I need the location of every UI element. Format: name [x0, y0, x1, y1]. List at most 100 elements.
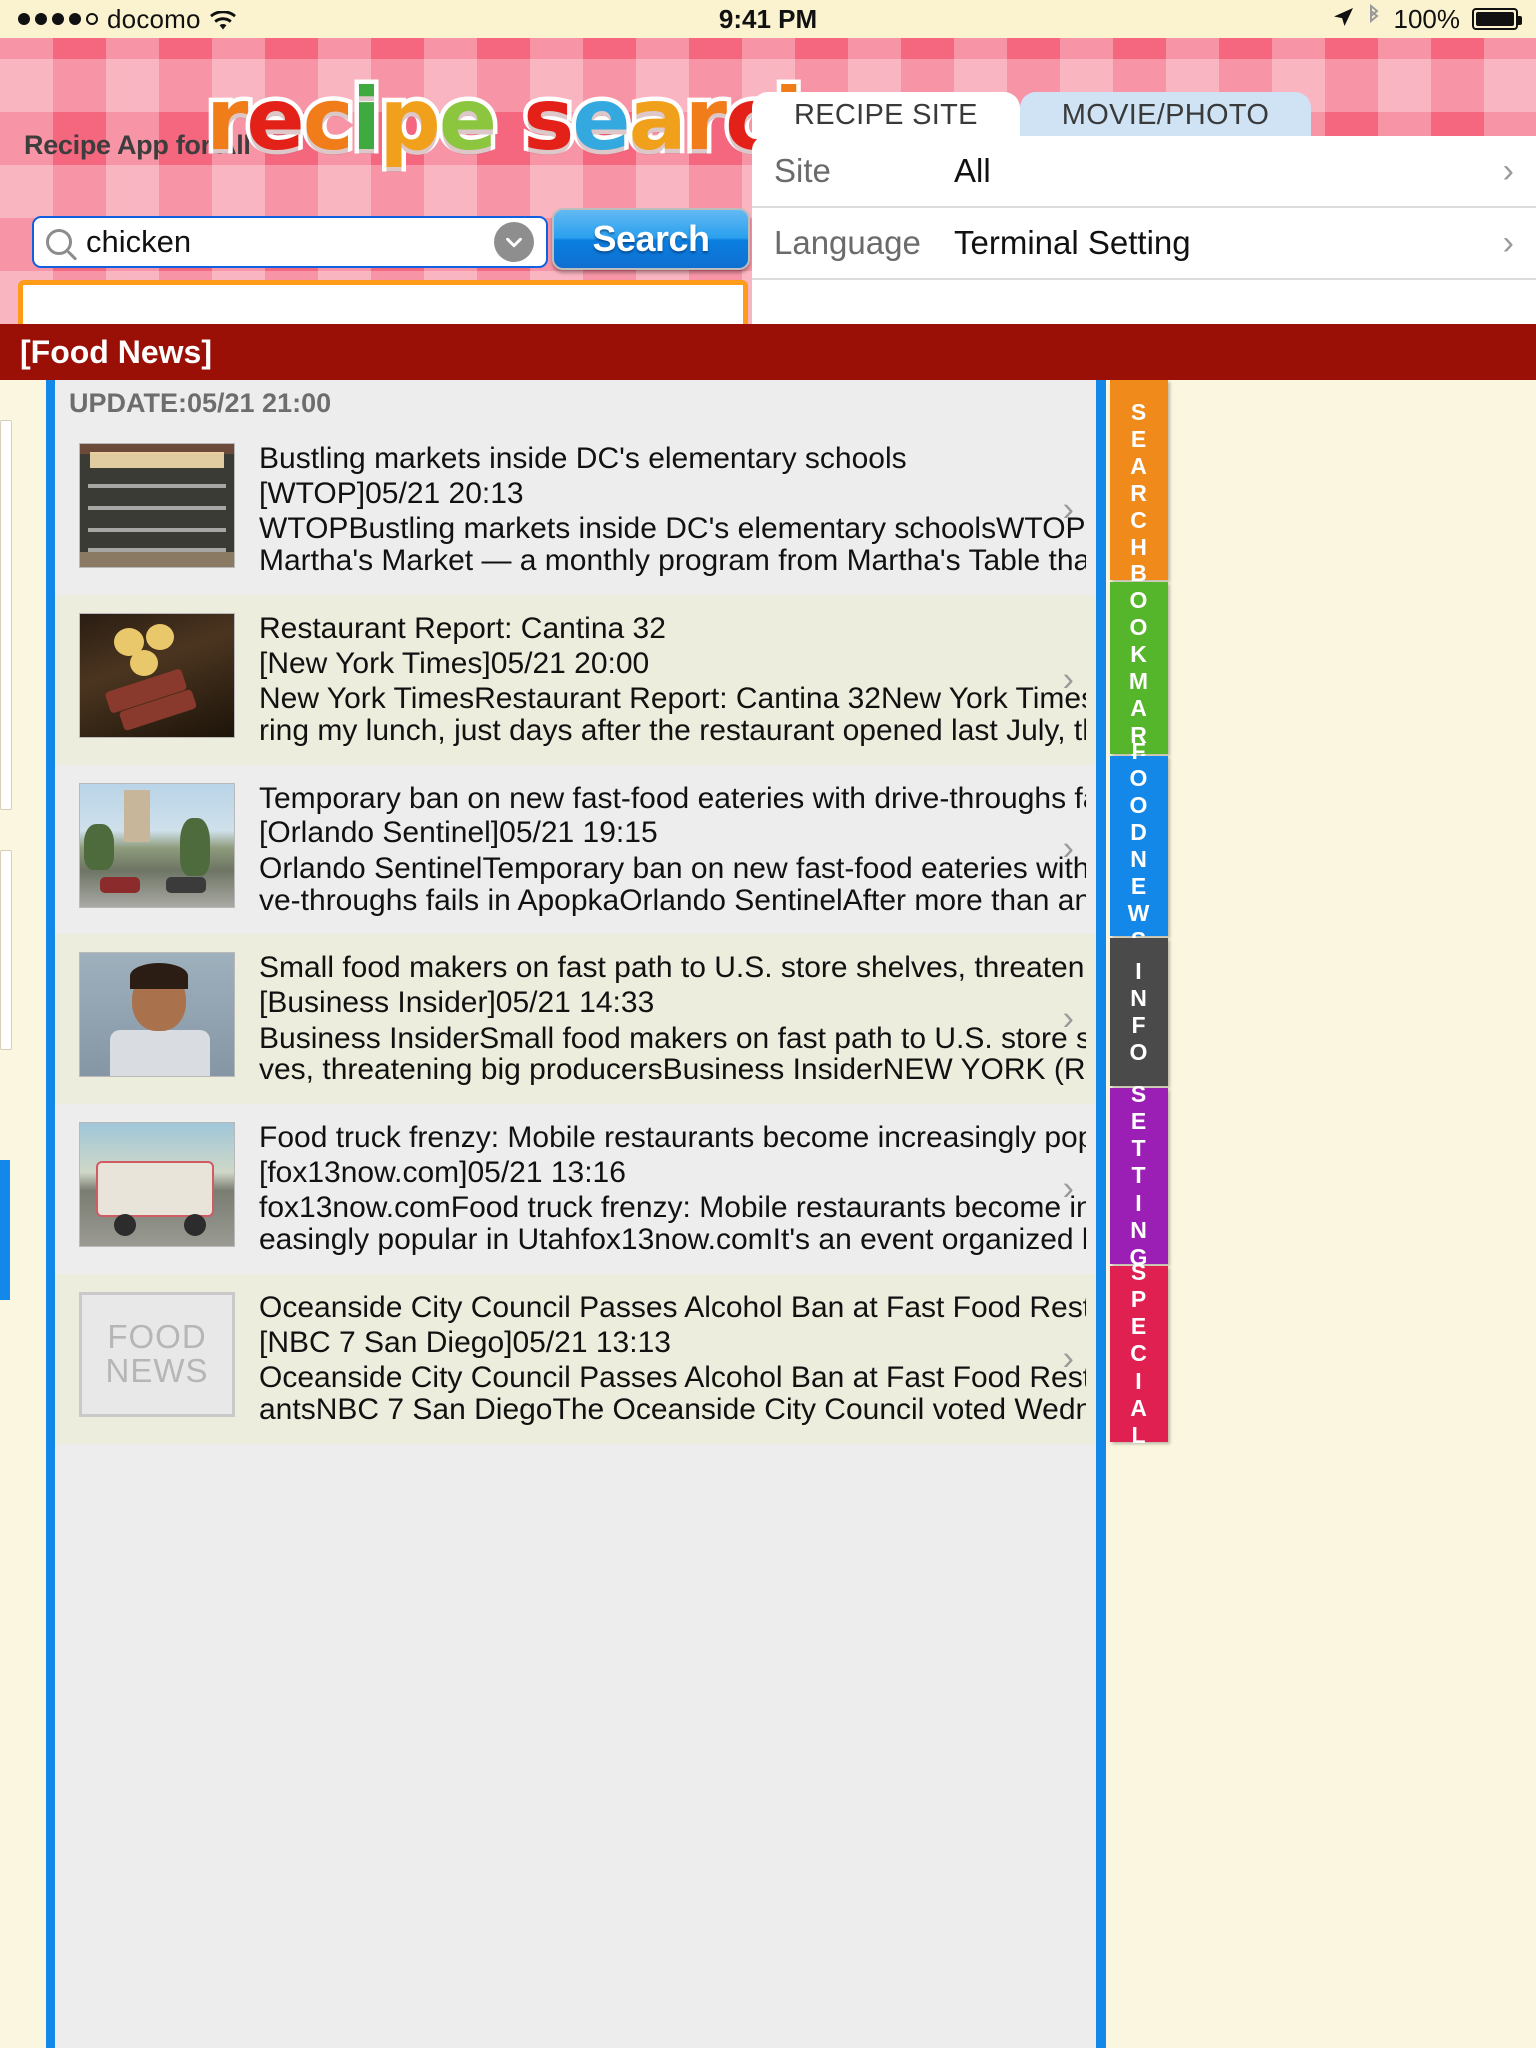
rail-tab-letter: N [1130, 1216, 1148, 1243]
status-bar: docomo 9:41 PM 100% [0, 0, 1536, 38]
news-item[interactable]: Bustling markets inside DC's elementary … [55, 425, 1096, 595]
rail-tab-letter: C [1130, 507, 1148, 534]
settings-row-site-value: All [954, 152, 991, 189]
rail-tab-letter: F [1131, 1012, 1147, 1038]
chevron-down-icon [506, 237, 522, 248]
status-bar-right: 100% [1332, 3, 1522, 35]
news-item[interactable]: Food truck frenzy: Mobile restaurants be… [55, 1104, 1096, 1274]
wifi-icon [209, 9, 236, 30]
logo-letter-0: r [201, 66, 253, 175]
tab-recipe-site[interactable]: RECIPE SITE [752, 92, 1020, 138]
rail-tab-letter: A [1130, 695, 1148, 722]
rail-tab-letter: E [1130, 1108, 1148, 1135]
rail-tab-setting[interactable]: SETTING [1110, 1081, 1168, 1270]
rail-tab-letter: E [1130, 1313, 1148, 1340]
news-item-description-line1: Business InsiderSmall food makers on fas… [259, 1022, 1086, 1055]
news-item-description: Business InsiderSmall food makers on fas… [259, 1023, 1086, 1087]
news-item-source: [WTOP]05/21 20:13 [259, 476, 524, 510]
rail-tab-letter: R [1130, 480, 1148, 506]
news-item-description-line1: New York TimesRestaurant Report: Cantina… [259, 682, 1086, 715]
news-item-description-line2: antsNBC 7 San DiegoThe Oceanside City Co… [259, 1393, 1086, 1426]
news-updated-label: UPDATE:05/21 21:00 [55, 380, 1096, 425]
list-scroll-edge [1096, 380, 1106, 2048]
news-item-description-line2: ve-throughs fails in ApopkaOrlando Senti… [259, 884, 1086, 917]
news-item-description-line2: Martha's Market — a monthly program from… [259, 544, 1086, 577]
rail-tab-letter: D [1130, 818, 1148, 845]
content-area: UPDATE:05/21 21:00 Bustling markets insi… [0, 380, 1536, 2048]
news-item-description-line1: fox13now.comFood truck frenzy: Mobile re… [259, 1192, 1086, 1225]
man-portrait-thumbnail [79, 952, 235, 1078]
logo-letter-6 [495, 70, 523, 170]
news-item-description: WTOPBustling markets inside DC's element… [259, 513, 1086, 577]
rail-tab-letter: O [1129, 586, 1149, 613]
market-chalkboard-thumbnail [79, 443, 235, 568]
news-item-text: Restaurant Report: Cantina 32 [New York T… [259, 613, 1086, 747]
rail-tab-letter: F [1131, 737, 1147, 764]
news-item-description-line2: ring my lunch, just days after the resta… [259, 714, 1086, 747]
carrier-label: docomo [107, 3, 201, 34]
news-item-text: Oceanside City Council Passes Alcohol Ba… [259, 1292, 1086, 1426]
settings-row-site[interactable]: Site All › [752, 136, 1536, 208]
news-item[interactable]: FOOD NEWS Oceanside City Council Passes Al… [55, 1273, 1096, 1444]
signal-strength-icon [18, 13, 98, 25]
news-item-text: Food truck frenzy: Mobile restaurants be… [259, 1122, 1086, 1256]
settings-panel-body: Site All › Language Terminal Setting › [752, 136, 1536, 336]
settings-row-language[interactable]: Language Terminal Setting › [752, 208, 1536, 280]
logo-letter-2: c [298, 66, 358, 175]
chevron-right-icon: › [1062, 999, 1074, 1038]
left-gutter [0, 380, 46, 2048]
news-item-title: Restaurant Report: Cantina 32 [259, 612, 666, 645]
news-item-title: Small food makers on fast path to U.S. s… [259, 952, 1086, 985]
steak-plate-thumbnail [79, 612, 235, 738]
search-field[interactable] [32, 216, 548, 268]
news-item[interactable]: Restaurant Report: Cantina 32 [New York T… [55, 594, 1096, 765]
rail-tab-letter: M [1128, 668, 1150, 694]
tab-movie-photo[interactable]: MOVIE/PHOTO [1019, 92, 1312, 138]
settings-row-site-label: Site [774, 152, 831, 189]
rail-tab-bookmark[interactable]: BOOKMARK [1110, 560, 1168, 775]
rail-tab-letter: I [1135, 957, 1143, 984]
news-item-source: [Business Insider]05/21 14:33 [259, 986, 655, 1020]
location-arrow-icon [1332, 4, 1354, 35]
rail-tab-foodnews[interactable]: FOODNEWS [1110, 738, 1168, 953]
rail-tab-info[interactable]: INFO [1110, 938, 1168, 1086]
news-item-description: New York TimesRestaurant Report: Cantina… [259, 683, 1086, 747]
chevron-right-icon: › [1062, 490, 1074, 529]
news-item[interactable]: Temporary ban on new fast-food eateries … [55, 764, 1096, 935]
rail-tab-letter: B [1130, 559, 1148, 586]
logo-letter-10: r [680, 66, 732, 175]
food-news-title: [Food News] [20, 333, 212, 370]
rail-tab-letter: T [1131, 1162, 1147, 1189]
status-bar-left: docomo [18, 4, 236, 35]
news-item[interactable]: Small food makers on fast path to U.S. s… [55, 934, 1096, 1105]
rail-tab-search[interactable]: SEARCH [1110, 380, 1168, 580]
search-button[interactable]: Search [552, 208, 750, 270]
logo-letter-4: p [375, 66, 445, 175]
street-scene-thumbnail [79, 782, 235, 908]
logo-letter-8: e [568, 66, 635, 175]
chevron-right-icon: › [1062, 1169, 1074, 1208]
rail-tab-letter: K [1130, 640, 1148, 667]
battery-icon [1472, 8, 1522, 30]
rail-tab-special[interactable]: SPECIAL [1110, 1259, 1168, 1448]
news-item-description: Orlando SentinelTemporary ban on new fas… [259, 853, 1086, 917]
news-item-source: [NBC 7 San Diego]05/21 13:13 [259, 1325, 671, 1359]
news-item-description-line2: easingly popular in Utahfox13now.comIt's… [259, 1224, 1086, 1256]
rail-tab-letter: L [1131, 1421, 1147, 1448]
news-item-source: [New York Times]05/21 20:00 [259, 646, 650, 680]
news-list[interactable]: UPDATE:05/21 21:00 Bustling markets insi… [46, 380, 1096, 2048]
food-news-placeholder-thumbnail: FOOD NEWS [79, 1291, 235, 1417]
food-truck-thumbnail [79, 1122, 235, 1248]
thumbnail-placeholder-line1: FOOD [107, 1317, 207, 1355]
logo-letter-9: a [624, 66, 691, 175]
chevron-right-icon: › [1062, 829, 1074, 868]
search-input[interactable] [86, 224, 494, 260]
news-item-source: [Orlando Sentinel]05/21 19:15 [259, 816, 658, 850]
rail-tab-letter: T [1131, 1135, 1147, 1162]
news-item-text: Bustling markets inside DC's elementary … [259, 443, 1086, 577]
rail-tab-letter: O [1129, 1039, 1149, 1066]
news-item-title: Oceanside City Council Passes Alcohol Ba… [259, 1291, 1086, 1324]
thumbnail-placeholder-line2: NEWS [105, 1352, 209, 1390]
search-history-dropdown-button[interactable] [494, 222, 534, 262]
left-gutter-panel-edge-1 [0, 420, 12, 810]
